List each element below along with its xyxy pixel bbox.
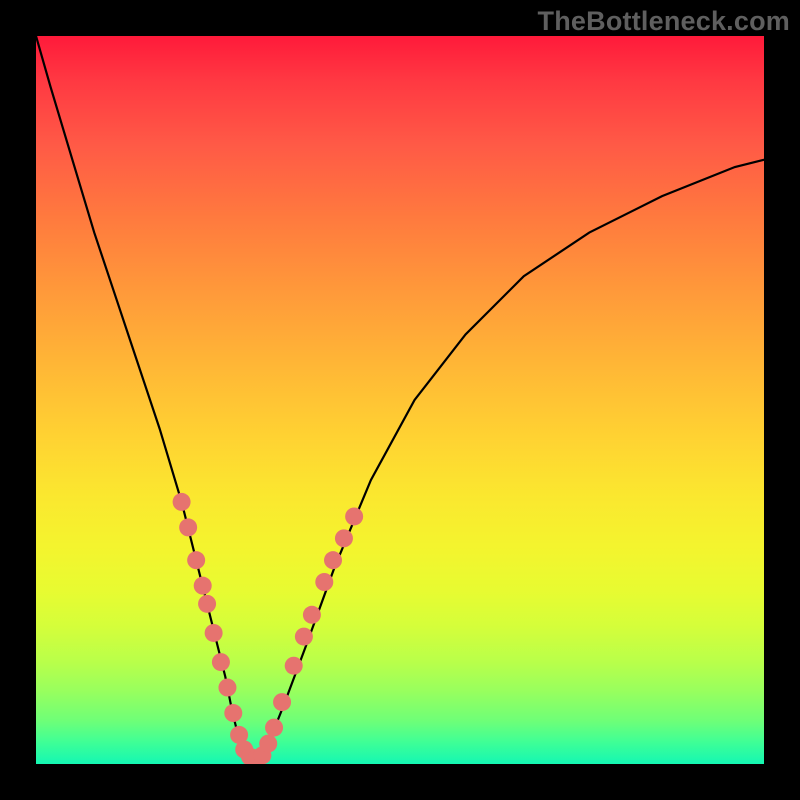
markers-group — [173, 493, 364, 764]
marker-dot — [273, 693, 291, 711]
marker-dot — [265, 719, 283, 737]
marker-dot — [179, 518, 197, 536]
watermark-text: TheBottleneck.com — [538, 6, 790, 37]
bottleneck-curve — [36, 36, 764, 760]
marker-dot — [324, 551, 342, 569]
marker-dot — [285, 657, 303, 675]
plot-area — [36, 36, 764, 764]
marker-dot — [194, 577, 212, 595]
marker-dot — [315, 573, 333, 591]
marker-dot — [224, 704, 242, 722]
marker-dot — [303, 606, 321, 624]
marker-dot — [187, 551, 205, 569]
marker-dot — [212, 653, 230, 671]
chart-overlay — [36, 36, 764, 764]
marker-dot — [259, 735, 277, 753]
chart-frame: TheBottleneck.com — [0, 0, 800, 800]
marker-dot — [205, 624, 223, 642]
marker-dot — [335, 529, 353, 547]
marker-dot — [173, 493, 191, 511]
marker-dot — [198, 595, 216, 613]
marker-dot — [345, 507, 363, 525]
marker-dot — [295, 628, 313, 646]
marker-dot — [218, 679, 236, 697]
